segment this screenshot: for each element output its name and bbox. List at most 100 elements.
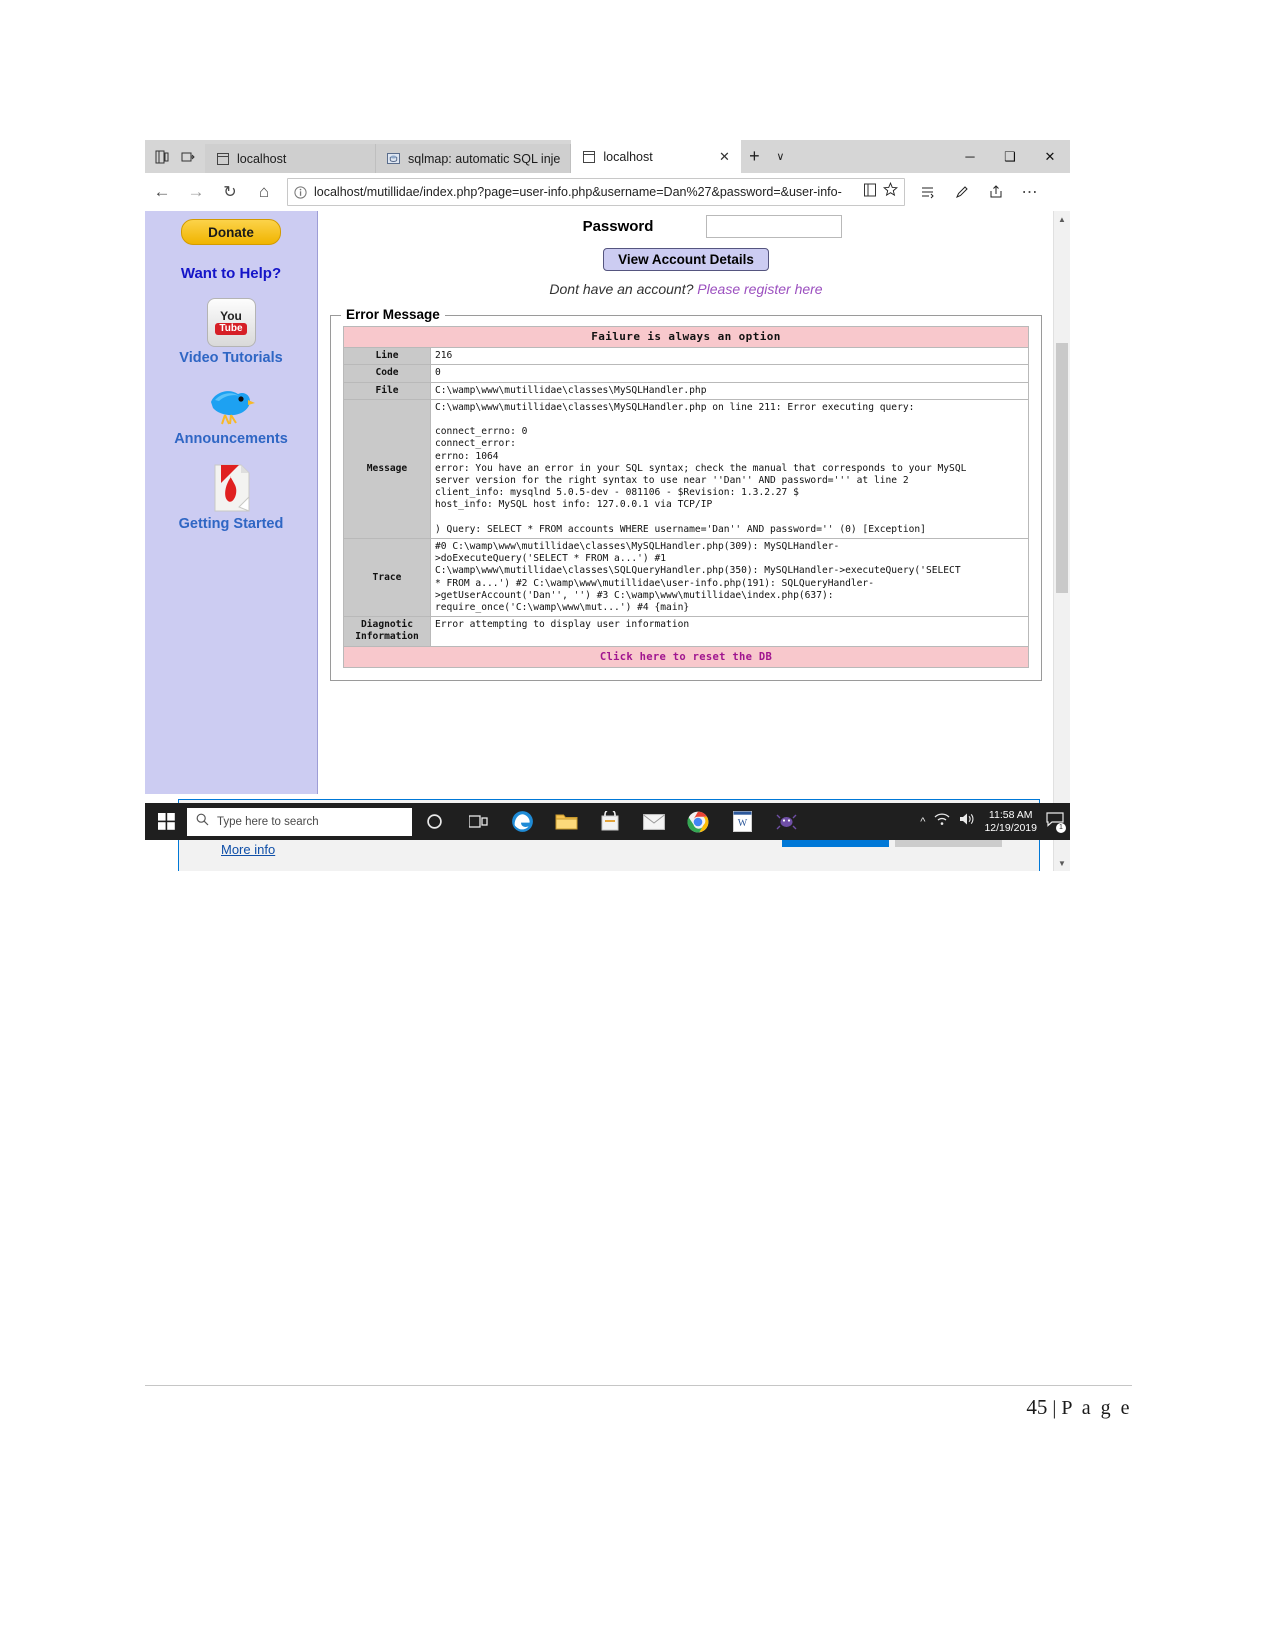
sidebar-item-getting-started[interactable]: Getting Started (145, 463, 317, 532)
page-number-block: 45 | P a g e (1026, 1395, 1132, 1420)
home-button[interactable]: ⌂ (247, 173, 281, 211)
password-row: Password (318, 211, 1054, 238)
maximize-button[interactable]: ❑ (990, 140, 1030, 173)
info-icon[interactable] (292, 184, 308, 200)
book-icon[interactable] (863, 183, 877, 202)
url-text: localhost/mutillidae/index.php?page=user… (314, 185, 842, 199)
edge-icon[interactable] (500, 803, 544, 840)
system-tray: ^ 11:58 AM 12/19/2019 1 (920, 809, 1070, 835)
site-sidebar: Donate Want to Help? You Tube Video Tutor… (145, 211, 318, 794)
youtube-icon: You Tube (206, 298, 256, 347)
sqlmap-icon (386, 151, 401, 166)
taskbar-clock[interactable]: 11:58 AM 12/19/2019 (984, 809, 1037, 835)
page-content: Password View Account Details Dont have … (318, 211, 1054, 794)
tab-label: sqlmap: automatic SQL inje (408, 151, 561, 166)
window-icon (581, 149, 596, 164)
search-icon (196, 813, 209, 831)
tab-localhost-1[interactable]: localhost (205, 144, 376, 173)
new-tab-button[interactable]: + (741, 140, 767, 173)
close-window-button[interactable]: ✕ (1030, 140, 1070, 173)
table-row: Message C:\wamp\www\mutillidae\classes\M… (343, 398, 1029, 540)
file-explorer-icon[interactable] (544, 803, 588, 840)
table-row: Failure is always an option (343, 325, 1029, 349)
minimize-button[interactable]: ─ (950, 140, 990, 173)
forward-button[interactable]: → (179, 173, 213, 211)
sidebar-item-label: Announcements (174, 431, 288, 447)
tab-tools (145, 140, 205, 173)
volume-icon[interactable] (959, 812, 975, 831)
search-input[interactable]: Type here to search (187, 807, 412, 836)
page-viewport: Donate Want to Help? You Tube Video Tutor… (145, 211, 1070, 871)
close-tab-icon[interactable]: ✕ (717, 150, 731, 164)
table-row: Line 216 (343, 347, 1029, 366)
store-icon[interactable] (588, 803, 632, 840)
window-icon (215, 151, 230, 166)
antivirus-icon[interactable] (764, 803, 808, 840)
table-row: Code 0 (343, 364, 1029, 383)
back-button[interactable]: ← (145, 173, 179, 211)
action-center-icon[interactable]: 1 (1046, 811, 1066, 833)
svg-text:W: W (737, 818, 747, 829)
sidebar-item-label: Video Tutorials (179, 350, 283, 366)
footer-separator: | (1052, 1397, 1057, 1419)
want-to-help-heading: Want to Help? (180, 265, 282, 282)
scrollbar-thumb[interactable] (1056, 343, 1068, 593)
refresh-button[interactable]: ↻ (213, 173, 247, 211)
tab-sqlmap[interactable]: sqlmap: automatic SQL inje (376, 144, 572, 173)
url-box[interactable]: localhost/mutillidae/index.php?page=user… (287, 178, 905, 206)
more-info-link[interactable]: More info (221, 842, 275, 857)
register-row: Dont have an account? Please register he… (318, 281, 1054, 297)
browser-screenshot: localhost sqlmap: automatic SQL inje loc… (145, 140, 1070, 871)
chevron-up-icon[interactable]: ^ (920, 816, 925, 828)
error-title: Failure is always an option (343, 325, 1029, 349)
ellipsis-icon[interactable]: ⋯ (1013, 173, 1047, 211)
donate-button[interactable]: Donate (181, 219, 281, 245)
windows-start-icon[interactable] (145, 803, 187, 840)
row-key: Line (343, 347, 431, 366)
twitter-bird-icon (205, 382, 257, 428)
task-view-icon[interactable] (456, 803, 500, 840)
scroll-up-icon[interactable]: ▲ (1054, 211, 1070, 227)
table-row: File C:\wamp\www\mutillidae\classes\MySQ… (343, 381, 1029, 400)
tab-localhost-2[interactable]: localhost ✕ (571, 140, 742, 173)
page-number: 45 (1026, 1395, 1048, 1419)
star-icon[interactable] (882, 181, 899, 202)
sidebar-item-announcements[interactable]: Announcements (145, 382, 317, 447)
error-table: Failure is always an option Line 216 Cod… (343, 325, 1029, 668)
register-prompt: Dont have an account? (549, 281, 694, 297)
browser-actions: ⋯ (911, 173, 1047, 211)
reset-db-link[interactable]: Click here to reset the DB (343, 645, 1029, 668)
set-tabs-aside-icon[interactable] (175, 140, 201, 173)
wifi-icon[interactable] (934, 812, 950, 831)
password-label: Password (582, 218, 654, 235)
sidebar-item-video-tutorials[interactable]: You Tube Video Tutorials (145, 298, 317, 366)
error-message-panel: Error Message Failure is always an optio… (330, 307, 1042, 681)
chevron-down-icon[interactable]: ∨ (767, 140, 793, 173)
table-row: Click here to reset the DB (343, 645, 1029, 668)
password-input[interactable] (705, 215, 842, 238)
cortana-icon[interactable] (412, 803, 456, 840)
share-icon[interactable] (979, 173, 1013, 211)
word-icon[interactable]: W (720, 803, 764, 840)
row-key: Message (343, 398, 431, 540)
row-value: C:\wamp\www\mutillidae\classes\MySQLHand… (430, 381, 1029, 400)
mail-icon[interactable] (632, 803, 676, 840)
tab-label: localhost (603, 149, 653, 164)
view-account-details-button[interactable]: View Account Details (603, 248, 769, 271)
page-word: P a g e (1061, 1397, 1132, 1419)
clock-date: 12/19/2019 (984, 821, 1037, 834)
hub-icon[interactable] (911, 173, 945, 211)
row-value: Error attempting to display user informa… (430, 616, 1029, 647)
register-link[interactable]: Please register here (697, 281, 822, 297)
row-key: Diagnotic Information (343, 616, 431, 647)
scroll-down-icon[interactable]: ▼ (1054, 855, 1070, 871)
tab-preview-icon[interactable] (149, 140, 175, 173)
pen-icon[interactable] (945, 173, 979, 211)
row-key: File (343, 381, 431, 400)
chrome-icon[interactable] (676, 803, 720, 840)
error-panel-legend: Error Message (341, 307, 445, 322)
pdf-icon (209, 463, 253, 513)
page-scrollbar[interactable]: ▲ ▼ (1053, 211, 1070, 871)
row-key: Trace (343, 538, 431, 618)
row-key: Code (343, 364, 431, 383)
